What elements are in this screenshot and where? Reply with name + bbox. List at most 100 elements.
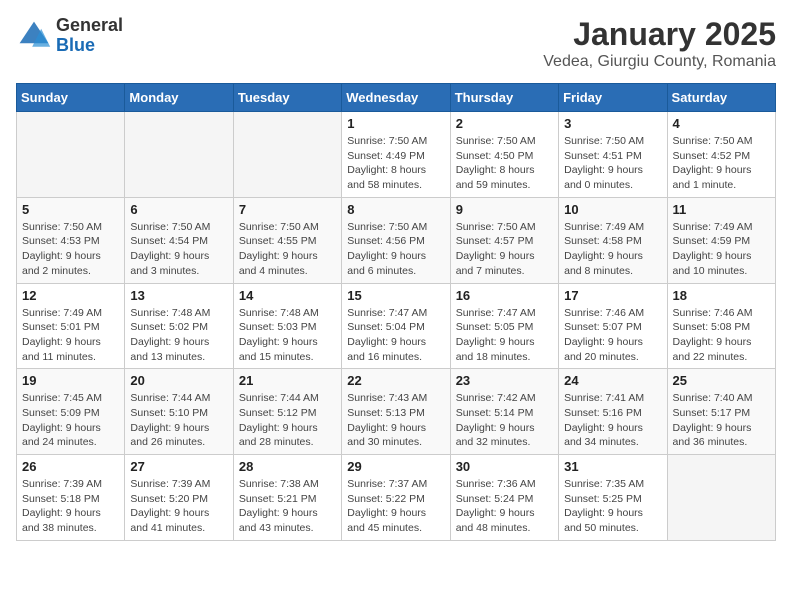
calendar-cell: 25Sunrise: 7:40 AM Sunset: 5:17 PM Dayli…: [667, 369, 775, 455]
logo-blue-text: Blue: [56, 36, 123, 56]
logo: General Blue: [16, 16, 123, 56]
calendar-cell: 26 Sunrise: 7:39 AM Sunset: 5:18 PM Dayli…: [17, 455, 125, 541]
day-number: 19: [22, 373, 119, 388]
day-number: 18: [673, 288, 770, 303]
day-info: Sunrise: 7:50 AM Sunset: 4:54 PM Dayligh…: [130, 220, 227, 279]
day-info: Sunrise: 7:50 AM Sunset: 4:53 PM Dayligh…: [22, 220, 119, 279]
day-number: 4: [673, 116, 770, 131]
weekday-header-monday: Monday: [125, 84, 233, 112]
day-info: Sunrise: 7:42 AM Sunset: 5:14 PM Dayligh…: [456, 391, 553, 450]
day-info: Sunrise: 7:47 AM Sunset: 5:04 PM Dayligh…: [347, 306, 444, 365]
calendar-cell: 2Sunrise: 7:50 AM Sunset: 4:50 PM Daylig…: [450, 112, 558, 198]
calendar-cell: 24 Sunrise: 7:41 AM Sunset: 5:16 PM Dayli…: [559, 369, 667, 455]
calendar-cell: 16 Sunrise: 7:47 AM Sunset: 5:05 PM Dayli…: [450, 283, 558, 369]
day-info: Sunrise: 7:37 AM Sunset: 5:22 PM Dayligh…: [347, 477, 444, 536]
day-info: Sunrise: 7:49 AM Sunset: 4:59 PM Dayligh…: [673, 220, 770, 279]
day-number: 24: [564, 373, 661, 388]
calendar-cell: 20 Sunrise: 7:44 AM Sunset: 5:10 PM Dayli…: [125, 369, 233, 455]
day-info: Sunrise: 7:40 AM Sunset: 5:17 PM Dayligh…: [673, 391, 770, 450]
calendar-cell: 14 Sunrise: 7:48 AM Sunset: 5:03 PM Dayli…: [233, 283, 341, 369]
day-number: 16: [456, 288, 553, 303]
day-info: Sunrise: 7:48 AM Sunset: 5:03 PM Dayligh…: [239, 306, 336, 365]
calendar-cell: 10Sunrise: 7:49 AM Sunset: 4:58 PM Dayli…: [559, 197, 667, 283]
day-number: 20: [130, 373, 227, 388]
week-row-4: 19 Sunrise: 7:45 AM Sunset: 5:09 PM Dayli…: [17, 369, 776, 455]
calendar-cell: 8Sunrise: 7:50 AM Sunset: 4:56 PM Daylig…: [342, 197, 450, 283]
logo-icon: [16, 18, 52, 54]
calendar-cell: 12 Sunrise: 7:49 AM Sunset: 5:01 PM Dayli…: [17, 283, 125, 369]
day-info: Sunrise: 7:46 AM Sunset: 5:07 PM Dayligh…: [564, 306, 661, 365]
calendar-cell: [17, 112, 125, 198]
day-info: Sunrise: 7:38 AM Sunset: 5:21 PM Dayligh…: [239, 477, 336, 536]
calendar-cell: 28Sunrise: 7:38 AM Sunset: 5:21 PM Dayli…: [233, 455, 341, 541]
day-number: 3: [564, 116, 661, 131]
day-number: 9: [456, 202, 553, 217]
calendar-cell: [125, 112, 233, 198]
day-number: 12: [22, 288, 119, 303]
day-info: Sunrise: 7:50 AM Sunset: 4:51 PM Dayligh…: [564, 134, 661, 193]
day-number: 5: [22, 202, 119, 217]
calendar-cell: 7 Sunrise: 7:50 AM Sunset: 4:55 PM Daylig…: [233, 197, 341, 283]
day-info: Sunrise: 7:44 AM Sunset: 5:12 PM Dayligh…: [239, 391, 336, 450]
weekday-header-thursday: Thursday: [450, 84, 558, 112]
calendar-cell: 5 Sunrise: 7:50 AM Sunset: 4:53 PM Daylig…: [17, 197, 125, 283]
day-number: 1: [347, 116, 444, 131]
page-header: General Blue January 2025 Vedea, Giurgiu…: [16, 16, 776, 71]
day-number: 14: [239, 288, 336, 303]
day-info: Sunrise: 7:48 AM Sunset: 5:02 PM Dayligh…: [130, 306, 227, 365]
day-info: Sunrise: 7:50 AM Sunset: 4:49 PM Dayligh…: [347, 134, 444, 193]
day-info: Sunrise: 7:50 AM Sunset: 4:50 PM Dayligh…: [456, 134, 553, 193]
day-info: Sunrise: 7:41 AM Sunset: 5:16 PM Dayligh…: [564, 391, 661, 450]
calendar-table: SundayMondayTuesdayWednesdayThursdayFrid…: [16, 83, 776, 541]
weekday-header-friday: Friday: [559, 84, 667, 112]
calendar-cell: 3 Sunrise: 7:50 AM Sunset: 4:51 PM Daylig…: [559, 112, 667, 198]
weekday-header-tuesday: Tuesday: [233, 84, 341, 112]
logo-text: General Blue: [56, 16, 123, 56]
week-row-1: 1 Sunrise: 7:50 AM Sunset: 4:49 PM Daylig…: [17, 112, 776, 198]
day-info: Sunrise: 7:49 AM Sunset: 5:01 PM Dayligh…: [22, 306, 119, 365]
day-info: Sunrise: 7:45 AM Sunset: 5:09 PM Dayligh…: [22, 391, 119, 450]
logo-general-text: General: [56, 16, 123, 36]
day-info: Sunrise: 7:50 AM Sunset: 4:52 PM Dayligh…: [673, 134, 770, 193]
day-number: 13: [130, 288, 227, 303]
weekday-header-sunday: Sunday: [17, 84, 125, 112]
week-row-2: 5 Sunrise: 7:50 AM Sunset: 4:53 PM Daylig…: [17, 197, 776, 283]
calendar-cell: 4 Sunrise: 7:50 AM Sunset: 4:52 PM Daylig…: [667, 112, 775, 198]
day-info: Sunrise: 7:46 AM Sunset: 5:08 PM Dayligh…: [673, 306, 770, 365]
calendar-cell: 31 Sunrise: 7:35 AM Sunset: 5:25 PM Dayli…: [559, 455, 667, 541]
day-info: Sunrise: 7:43 AM Sunset: 5:13 PM Dayligh…: [347, 391, 444, 450]
day-info: Sunrise: 7:36 AM Sunset: 5:24 PM Dayligh…: [456, 477, 553, 536]
calendar-cell: 30 Sunrise: 7:36 AM Sunset: 5:24 PM Dayli…: [450, 455, 558, 541]
day-info: Sunrise: 7:50 AM Sunset: 4:55 PM Dayligh…: [239, 220, 336, 279]
day-number: 27: [130, 459, 227, 474]
day-number: 15: [347, 288, 444, 303]
day-number: 21: [239, 373, 336, 388]
day-info: Sunrise: 7:50 AM Sunset: 4:57 PM Dayligh…: [456, 220, 553, 279]
calendar-header: SundayMondayTuesdayWednesdayThursdayFrid…: [17, 84, 776, 112]
calendar-cell: [667, 455, 775, 541]
title-section: January 2025 Vedea, Giurgiu County, Roma…: [543, 16, 776, 71]
day-info: Sunrise: 7:44 AM Sunset: 5:10 PM Dayligh…: [130, 391, 227, 450]
calendar-cell: 9 Sunrise: 7:50 AM Sunset: 4:57 PM Daylig…: [450, 197, 558, 283]
calendar-cell: 1 Sunrise: 7:50 AM Sunset: 4:49 PM Daylig…: [342, 112, 450, 198]
day-info: Sunrise: 7:47 AM Sunset: 5:05 PM Dayligh…: [456, 306, 553, 365]
day-info: Sunrise: 7:35 AM Sunset: 5:25 PM Dayligh…: [564, 477, 661, 536]
day-number: 26: [22, 459, 119, 474]
calendar-title: January 2025: [543, 16, 776, 53]
calendar-cell: 19 Sunrise: 7:45 AM Sunset: 5:09 PM Dayli…: [17, 369, 125, 455]
week-row-3: 12 Sunrise: 7:49 AM Sunset: 5:01 PM Dayli…: [17, 283, 776, 369]
day-number: 31: [564, 459, 661, 474]
day-number: 30: [456, 459, 553, 474]
day-number: 29: [347, 459, 444, 474]
day-number: 11: [673, 202, 770, 217]
day-info: Sunrise: 7:39 AM Sunset: 5:18 PM Dayligh…: [22, 477, 119, 536]
day-number: 22: [347, 373, 444, 388]
day-number: 7: [239, 202, 336, 217]
week-row-5: 26 Sunrise: 7:39 AM Sunset: 5:18 PM Dayli…: [17, 455, 776, 541]
weekday-row: SundayMondayTuesdayWednesdayThursdayFrid…: [17, 84, 776, 112]
day-number: 8: [347, 202, 444, 217]
weekday-header-wednesday: Wednesday: [342, 84, 450, 112]
day-info: Sunrise: 7:39 AM Sunset: 5:20 PM Dayligh…: [130, 477, 227, 536]
calendar-cell: 15 Sunrise: 7:47 AM Sunset: 5:04 PM Dayli…: [342, 283, 450, 369]
day-info: Sunrise: 7:49 AM Sunset: 4:58 PM Dayligh…: [564, 220, 661, 279]
